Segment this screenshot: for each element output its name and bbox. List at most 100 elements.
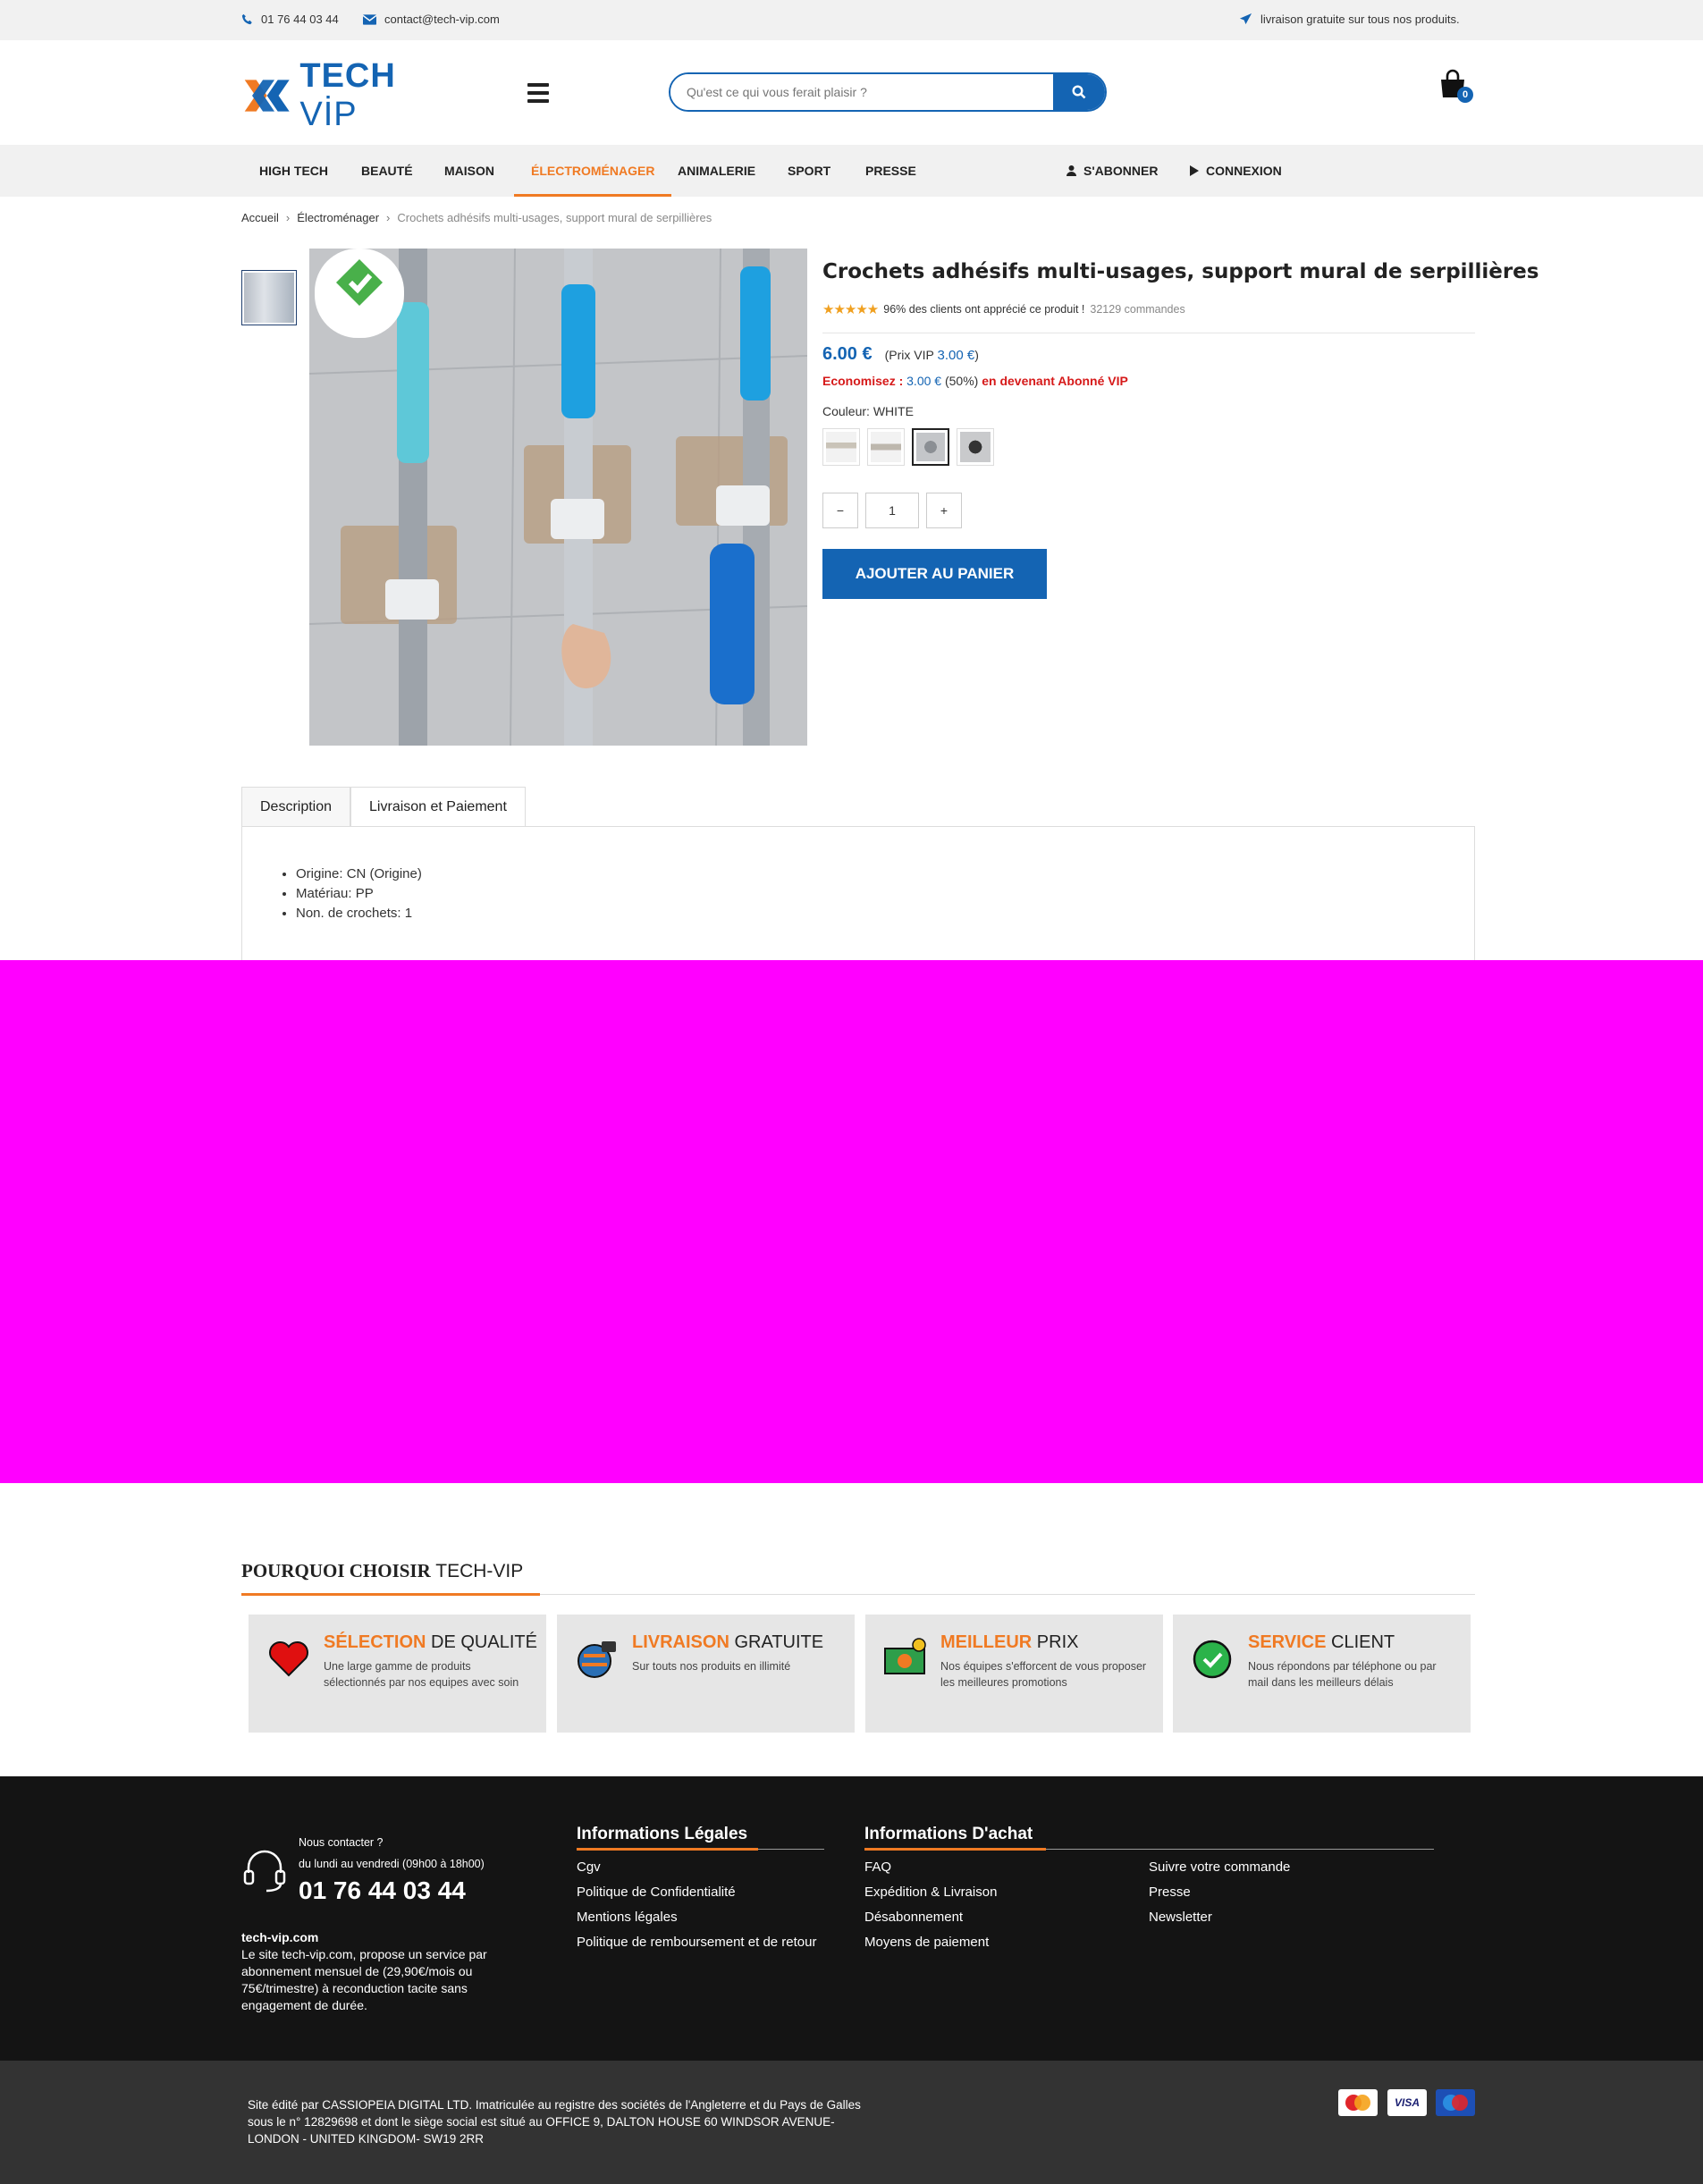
topbar-shipping: livraison gratuite sur tous nos produits… [1239, 13, 1460, 26]
topbar-email[interactable]: contact@tech-vip.com [363, 13, 500, 26]
logo[interactable]: TECH VİP [241, 57, 451, 133]
search-bar [669, 72, 1107, 112]
list-item: Matériau: PP [296, 884, 1474, 904]
color-swatch[interactable] [957, 428, 994, 466]
nav-login[interactable]: CONNEXION [1190, 145, 1282, 197]
logo-x-icon [244, 80, 290, 112]
menu-icon[interactable] [527, 83, 549, 103]
feature-card-shipping: LIVRAISON GRATUITE Sur touts nos produit… [557, 1615, 855, 1733]
user-icon [1066, 165, 1076, 176]
product-thumbnail[interactable] [241, 270, 297, 325]
footer-link[interactable]: Expédition & Livraison [864, 1884, 1133, 1902]
cart-count-badge: 0 [1457, 87, 1473, 103]
footer-link[interactable]: Suivre votre commande [1149, 1859, 1417, 1876]
maestro-icon [1436, 2089, 1475, 2116]
breadcrumb-category[interactable]: Électroménager [297, 211, 379, 224]
tab-panel: Origine: CN (Origine) Matériau: PP Non. … [241, 826, 1475, 960]
divider-accent [864, 1848, 1046, 1851]
site-header: TECH VİP 0 [0, 40, 1703, 145]
footer-contact: Nous contacter ? du lundi au vendredi (0… [299, 1832, 485, 1905]
visa-icon: VISA [1387, 2089, 1427, 2116]
footer-link[interactable]: Presse [1149, 1884, 1417, 1902]
product-rating: ★★★★★ 96% des clients ont apprécié ce pr… [822, 301, 1185, 317]
description-list: Origine: CN (Origine) Matériau: PP Non. … [296, 864, 1474, 923]
feature-title: MEILLEUR PRIX [940, 1632, 1079, 1652]
footer-link[interactable]: Politique de Confidentialité [577, 1884, 818, 1902]
feature-desc: Nous répondons par téléphone ou par mail… [1248, 1660, 1437, 1689]
nav-item-maison[interactable]: MAISON [444, 145, 494, 197]
quantity-input[interactable]: 1 [865, 493, 919, 528]
orders-count: 32129 commandes [1090, 303, 1185, 316]
purchase-links-2: Suivre votre commande Presse Newsletter [1149, 1859, 1417, 1934]
purchase-title: Informations D'achat [864, 1825, 1033, 1843]
divider-accent [241, 1593, 540, 1596]
legal-title: Informations Légales [577, 1825, 748, 1843]
main-nav: HIGH TECH BEAUTÉ MAISON ÉLECTROMÉNAGER A… [0, 145, 1703, 197]
product-photo [309, 249, 807, 746]
topbar-phone[interactable]: 01 76 44 03 44 [241, 13, 339, 26]
tab-description[interactable]: Description [241, 787, 351, 827]
search-icon [1072, 85, 1086, 99]
search-button[interactable] [1053, 74, 1105, 110]
cart-button[interactable]: 0 [1437, 69, 1477, 108]
nav-subscribe[interactable]: S'ABONNER [1066, 145, 1158, 197]
footer-about: tech-vip.com Le site tech-vip.com, propo… [241, 1929, 510, 2014]
quantity-increase-button[interactable]: + [926, 493, 962, 528]
nav-item-sport[interactable]: SPORT [788, 145, 830, 197]
feature-title: SÉLECTION DE QUALITÉ [324, 1632, 537, 1652]
tab-shipping[interactable]: Livraison et Paiement [350, 787, 526, 827]
color-swatch[interactable] [822, 428, 860, 466]
product-main-image[interactable] [309, 249, 807, 746]
top-bar: 01 76 44 03 44 contact@tech-vip.com livr… [0, 0, 1703, 40]
contact-hours: du lundi au vendredi (09h00 à 18h00) [299, 1858, 485, 1870]
add-to-cart-button[interactable]: AJOUTER AU PANIER [822, 549, 1047, 599]
quantity-decrease-button[interactable]: − [822, 493, 858, 528]
price-line: 6.00 € (Prix VIP 3.00 €) [822, 344, 979, 365]
footer-link[interactable]: Mentions légales [577, 1909, 818, 1927]
footer-link[interactable]: Politique de remboursement et de retour [577, 1934, 818, 1952]
envelope-icon [363, 13, 376, 25]
phone-icon [241, 13, 253, 25]
nav-item-high-tech[interactable]: HIGH TECH [259, 145, 328, 197]
footer-link[interactable]: Cgv [577, 1859, 818, 1876]
topbar-phone-text: 01 76 44 03 44 [261, 13, 339, 26]
purchase-links: FAQ Expédition & Livraison Désabonnement… [864, 1859, 1133, 1959]
nav-item-presse[interactable]: PRESSE [865, 145, 916, 197]
nav-item-beaute[interactable]: BEAUTÉ [361, 145, 413, 197]
why-title: POURQUOI CHOISIR TECH-VIP [241, 1560, 524, 1581]
color-swatches [822, 428, 994, 466]
feature-card-price: MEILLEUR PRIX Nos équipes s'efforcent de… [865, 1615, 1163, 1733]
feature-title: SERVICE CLIENT [1248, 1632, 1395, 1652]
topbar-email-text: contact@tech-vip.com [384, 13, 500, 26]
breadcrumb-current: Crochets adhésifs multi-usages, support … [397, 211, 712, 224]
legal-notice: Site édité par CASSIOPEIA DIGITAL LTD. I… [248, 2098, 861, 2146]
nav-item-electromenager[interactable]: ÉLECTROMÉNAGER [514, 145, 672, 197]
legal-links: Cgv Politique de Confidentialité Mention… [577, 1859, 818, 1959]
site-name: tech-vip.com [241, 1930, 319, 1944]
footer-link[interactable]: Newsletter [1149, 1909, 1417, 1927]
footer-link[interactable]: FAQ [864, 1859, 1133, 1876]
footer-link[interactable]: Désabonnement [864, 1909, 1133, 1927]
list-item: Origine: CN (Origine) [296, 864, 1474, 884]
check-circle-icon [1193, 1640, 1232, 1679]
product-tabs: Description Livraison et Paiement [241, 787, 526, 827]
search-input[interactable] [670, 74, 1053, 110]
about-text: Le site tech-vip.com, propose un service… [241, 1947, 487, 2012]
rating-text: 96% des clients ont apprécié ce produit … [883, 303, 1085, 316]
topbar-shipping-text: livraison gratuite sur tous nos produits… [1260, 13, 1460, 26]
contact-label: Nous contacter ? [299, 1836, 384, 1849]
product-thumbnail-image [244, 273, 294, 323]
contact-phone[interactable]: 01 76 44 03 44 [299, 1876, 485, 1905]
color-value: WHITE [873, 404, 914, 418]
color-swatch[interactable] [867, 428, 905, 466]
feature-card-service: SERVICE CLIENT Nous répondons par téléph… [1173, 1615, 1471, 1733]
color-swatch-selected[interactable] [912, 428, 949, 466]
money-icon [884, 1638, 926, 1674]
footer-link[interactable]: Moyens de paiement [864, 1934, 1133, 1952]
page: 01 76 44 03 44 contact@tech-vip.com livr… [0, 0, 1703, 2184]
nav-item-animalerie[interactable]: ANIMALERIE [678, 145, 755, 197]
globe-delivery-icon [578, 1641, 616, 1678]
breadcrumb-home[interactable]: Accueil [241, 211, 279, 224]
logo-text: TECH VİP [299, 57, 396, 133]
nav-subscribe-label: S'ABONNER [1083, 164, 1159, 178]
